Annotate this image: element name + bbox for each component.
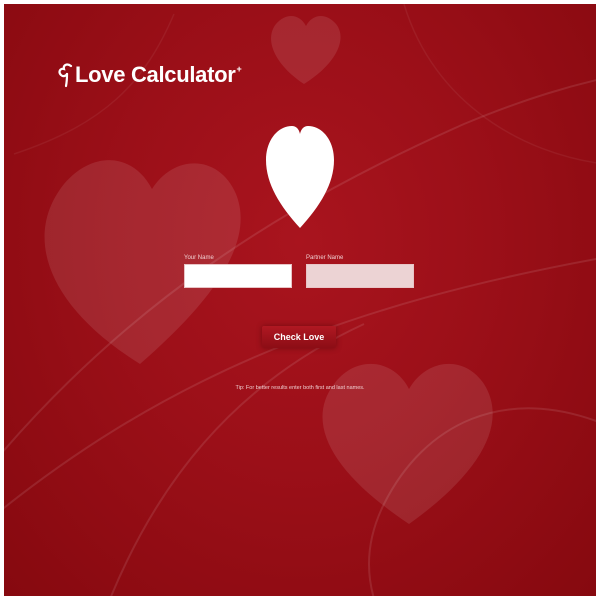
heart-icon: [266, 126, 334, 228]
background-hearts-decoration: [4, 4, 596, 596]
app-title: Love Calculator: [75, 62, 236, 87]
your-name-input[interactable]: [184, 264, 292, 288]
partner-name-input[interactable]: [306, 264, 414, 288]
app-title-suffix: +: [236, 64, 242, 74]
tip-text: Tip: For better results enter both first…: [235, 385, 365, 391]
check-love-button[interactable]: Check Love: [262, 326, 336, 348]
app-logo[interactable]: Love Calculator +: [58, 62, 242, 88]
love-calculator-app: Love Calculator + Your Name Partner Name…: [4, 4, 596, 596]
your-name-label: Your Name: [184, 255, 214, 261]
heart-swirl-icon: [58, 63, 73, 88]
partner-name-label: Partner Name: [306, 255, 344, 261]
